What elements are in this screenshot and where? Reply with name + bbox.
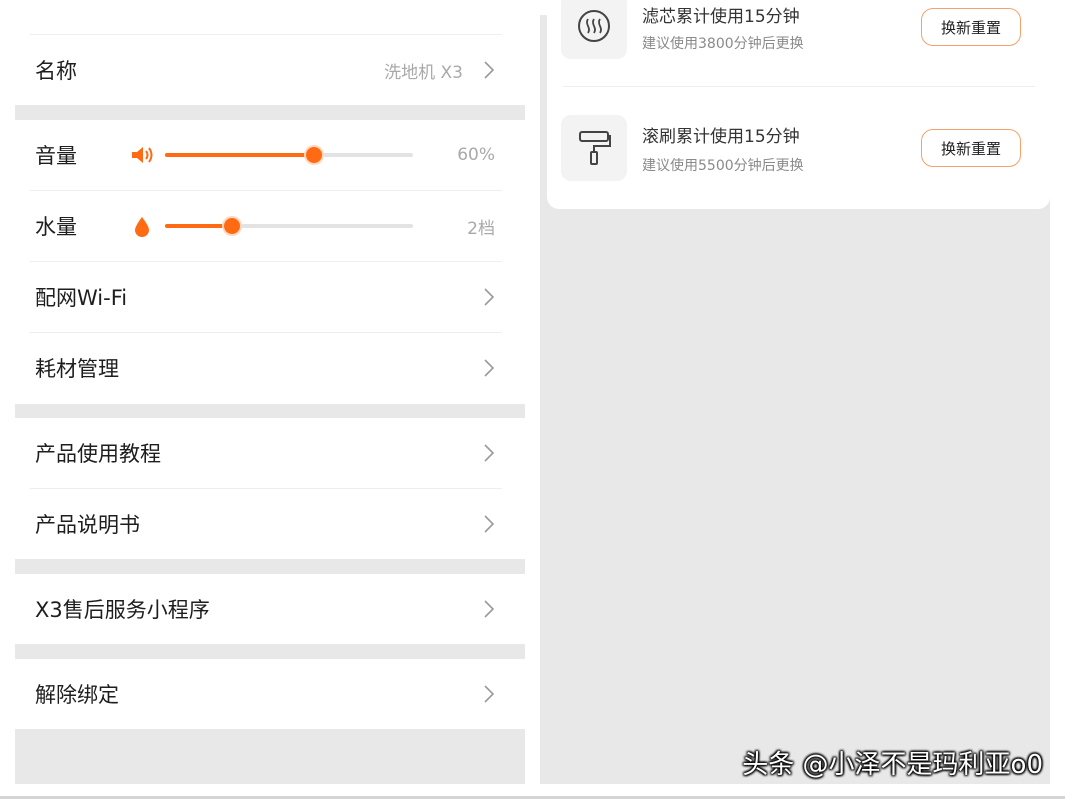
chevron-right-icon (484, 515, 495, 533)
manual-label: 产品说明书 (35, 513, 140, 537)
after-sales-card: X3售后服务小程序 (15, 574, 525, 644)
unbind-card: 解除绑定 (15, 659, 525, 729)
speaker-icon (132, 147, 153, 163)
name-label: 名称 (35, 59, 77, 83)
watermark: 头条 @小泽不是玛利亚o0 (742, 750, 1043, 780)
divider (563, 86, 1035, 87)
roller-usage-title: 滚刷累计使用15分钟 (642, 127, 800, 147)
chevron-right-icon (484, 288, 495, 306)
volume-slider-knob[interactable] (305, 147, 322, 163)
filter-reset-button[interactable]: 换新重置 (921, 8, 1021, 46)
consumables-panel: 滤芯累计使用15分钟 建议使用3800分钟后更换 换新重置 滚刷累计使用15分钟… (540, 0, 1050, 784)
consumables-card: 滤芯累计使用15分钟 建议使用3800分钟后更换 换新重置 滚刷累计使用15分钟… (547, 0, 1050, 209)
volume-row: 音量 60% (35, 120, 501, 190)
after-sales-row[interactable]: X3售后服务小程序 (35, 574, 501, 644)
chevron-right-icon (484, 444, 495, 462)
wifi-row[interactable]: 配网Wi-Fi (35, 262, 501, 332)
roller-reset-button[interactable]: 换新重置 (921, 129, 1021, 167)
filter-icon (578, 10, 610, 42)
consumables-row[interactable]: 耗材管理 (35, 333, 501, 403)
tutorial-row[interactable]: 产品使用教程 (35, 418, 501, 488)
filter-icon-box (561, 0, 627, 59)
consumables-label: 耗材管理 (35, 357, 119, 381)
name-row[interactable]: 名称 洗地机 X3 (35, 35, 501, 105)
device-name-card: 名称 洗地机 X3 (15, 0, 525, 105)
tutorial-label: 产品使用教程 (35, 442, 161, 466)
device-settings-card: 音量 60% 水量 2档 配网Wi-Fi 耗材管理 (15, 120, 525, 404)
water-label: 水量 (35, 215, 77, 239)
chevron-right-icon (484, 359, 495, 377)
chevron-right-icon (484, 600, 495, 618)
filter-usage-subtitle: 建议使用3800分钟后更换 (642, 36, 804, 52)
water-row: 水量 2档 (35, 191, 501, 261)
filter-usage-title: 滤芯累计使用15分钟 (642, 7, 800, 27)
volume-label: 音量 (35, 144, 77, 168)
water-value: 2档 (467, 218, 495, 239)
roller-usage-subtitle: 建议使用5500分钟后更换 (642, 158, 804, 174)
after-sales-label: X3售后服务小程序 (35, 598, 210, 622)
water-slider-fill (165, 224, 232, 228)
water-drop-icon (135, 217, 149, 237)
water-slider-knob[interactable] (223, 218, 240, 234)
docs-card: 产品使用教程 产品说明书 (15, 418, 525, 559)
volume-value: 60% (457, 145, 495, 165)
volume-slider[interactable] (165, 147, 413, 163)
water-slider[interactable] (165, 218, 413, 234)
chevron-right-icon (484, 685, 495, 703)
unbind-label: 解除绑定 (35, 683, 119, 707)
volume-slider-fill (165, 153, 314, 157)
manual-row[interactable]: 产品说明书 (35, 489, 501, 559)
chevron-right-icon (484, 61, 495, 79)
settings-panel: 名称 洗地机 X3 音量 60% 水量 2档 配网Wi-Fi 耗材管理 产品使用… (15, 0, 525, 784)
roller-brush-icon (579, 131, 611, 165)
wifi-label: 配网Wi-Fi (35, 286, 128, 310)
unbind-row[interactable]: 解除绑定 (35, 659, 501, 729)
device-name-value: 洗地机 X3 (384, 62, 463, 83)
roller-icon-box (561, 115, 627, 181)
